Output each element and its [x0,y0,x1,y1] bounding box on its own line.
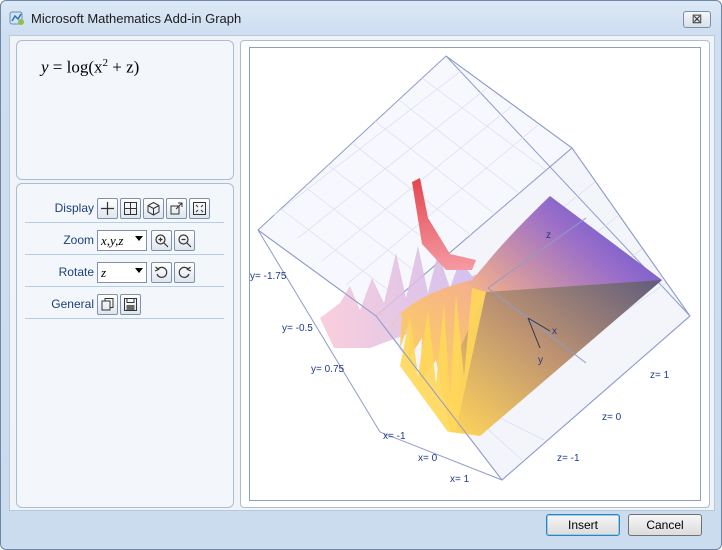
tick-label-y-neg175: y= -1.75 [250,271,287,282]
equation: y = log(x2 + z) [41,57,139,78]
save-icon [124,298,137,311]
zoom-out-icon [178,234,192,248]
rotate-axis-value: z [101,265,107,280]
formula-panel: y = log(x2 + z) [16,40,234,180]
axis-x-label: x [552,326,557,337]
axes-icon [101,202,114,215]
equation-open: (x [88,57,103,77]
tick-label-z-1: z= 1 [650,370,670,381]
tick-label-z-neg1: z= -1 [557,453,580,464]
copy-button[interactable] [97,294,118,315]
fit-icon [193,202,206,215]
chevron-down-icon [135,268,143,273]
tick-label-y-075: y= 0.75 [311,364,345,375]
equation-equals: = [48,57,67,77]
plot-3d: x y z y= -1.75 y= -0.5 y= 0.75 x= -1 x= … [250,55,691,485]
chevron-down-icon [135,236,143,241]
cancel-button[interactable]: Cancel [628,514,702,536]
save-button[interactable] [120,294,141,315]
fit-to-window-button[interactable] [189,198,210,219]
display-row: Display [25,192,224,223]
axes-toggle-button[interactable] [97,198,118,219]
export-icon [170,202,183,215]
rotate-left-icon [154,266,168,278]
app-icon [9,11,24,25]
close-icon: ⊠ [691,11,703,26]
zoom-row: Zoom x,y,z [25,224,224,255]
zoom-label: Zoom [63,233,94,247]
zoom-axis-value: x,y,z [101,233,124,248]
general-row: General [25,288,224,319]
equation-lhs: y [41,57,49,77]
tick-label-x-neg1: x= -1 [383,431,406,442]
grid-icon [124,202,137,215]
grid-toggle-button[interactable] [120,198,141,219]
insert-button[interactable]: Insert [546,514,620,536]
tick-label-x-0: x= 0 [418,453,438,464]
zoom-axis-select[interactable]: x,y,z [97,230,147,251]
tick-label-x-1: x= 1 [450,474,470,485]
zoom-out-button[interactable] [174,230,195,251]
title-bar: Microsoft Mathematics Add-in Graph ⊠ [1,1,721,35]
tick-label-y-neg05: y= -0.5 [282,323,313,334]
graph-panel: x y z y= -1.75 y= -0.5 y= 0.75 x= -1 x= … [240,40,710,508]
graph-canvas[interactable]: x y z y= -1.75 y= -0.5 y= 0.75 x= -1 x= … [249,47,701,501]
general-label: General [51,297,94,311]
rotate-ccw-button[interactable] [151,262,172,283]
display-label: Display [54,201,94,215]
window-title: Microsoft Mathematics Add-in Graph [31,11,242,26]
copy-icon [101,298,114,311]
dialog-content: y = log(x2 + z) Display Zoom x,y,z Rotat… [9,35,715,511]
equation-rest: + z) [108,57,140,77]
rotate-label: Rotate [58,265,94,279]
zoom-in-icon [155,234,169,248]
controls-panel: Display Zoom x,y,z Rotate z General [16,183,234,508]
axis-y-label: y [538,355,543,366]
box-icon [147,201,160,216]
export-button[interactable] [166,198,187,219]
axis-z-label: z [546,230,551,241]
zoom-in-button[interactable] [151,230,172,251]
close-button[interactable]: ⊠ [683,11,711,28]
tick-label-z-0: z= 0 [602,412,622,423]
dialog-window: Microsoft Mathematics Add-in Graph ⊠ y =… [0,0,722,550]
equation-function: log [66,57,89,77]
rotate-cw-button[interactable] [174,262,195,283]
rotate-right-icon [178,266,192,278]
rotate-axis-select[interactable]: z [97,262,147,283]
box-toggle-button[interactable] [143,198,164,219]
rotate-row: Rotate z [25,256,224,287]
